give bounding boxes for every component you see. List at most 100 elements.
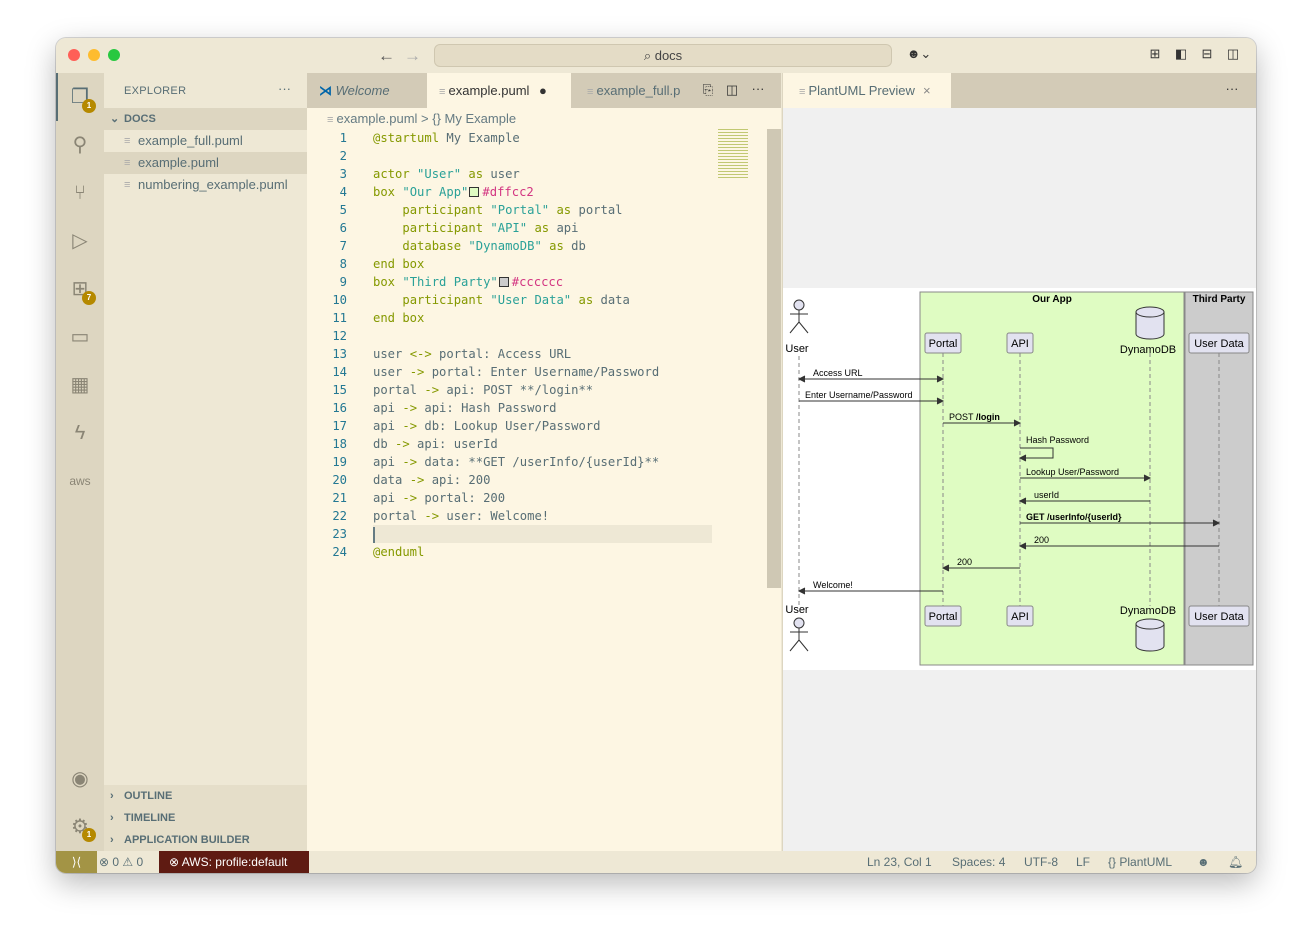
- code-line[interactable]: database "DynamoDB" as db: [373, 237, 585, 255]
- forward-arrow-icon[interactable]: →: [404, 46, 421, 66]
- editor-scrollbar[interactable]: [767, 129, 781, 588]
- customize-layout-icon[interactable]: ⊞: [1146, 46, 1164, 64]
- minimize-window-button[interactable]: [88, 49, 100, 61]
- participant-label: API: [1011, 611, 1029, 623]
- section-application-builder[interactable]: › APPLICATION BUILDER: [104, 829, 307, 851]
- code-line[interactable]: @startuml My Example: [373, 129, 520, 147]
- code-line[interactable]: participant "API" as api: [373, 219, 578, 237]
- color-swatch[interactable]: [498, 277, 509, 287]
- lightning-icon[interactable]: ϟ: [68, 421, 92, 445]
- indentation-status[interactable]: Spaces: 4: [952, 851, 1005, 873]
- line-number: 2: [339, 149, 347, 163]
- code-line[interactable]: api -> db: Lookup User/Password: [373, 417, 600, 435]
- toggle-sidebar-icon[interactable]: ◧: [1172, 46, 1190, 64]
- run-debug-icon[interactable]: ▷: [68, 229, 92, 253]
- aws-profile-status[interactable]: ⊗ AWS: profile:default: [159, 851, 309, 873]
- code-line[interactable]: participant "User Data" as data: [373, 291, 629, 309]
- code-line[interactable]: box "Our App" #dffcc2: [373, 183, 534, 201]
- line-number: 24: [332, 545, 347, 559]
- sidebar-more-button[interactable]: ···: [278, 81, 291, 96]
- breadcrumb-symbol[interactable]: {} My Example: [432, 111, 516, 126]
- tab-example-puml[interactable]: ≡ example.puml ●: [427, 73, 571, 108]
- remote-explorer-icon[interactable]: ▭: [68, 325, 92, 349]
- copilot-icon[interactable]: ☻⌄: [904, 46, 934, 64]
- actor-head-icon: [793, 299, 805, 311]
- split-editor-icon[interactable]: ◫: [723, 82, 741, 100]
- line-number: 23: [332, 527, 347, 541]
- message-label: POST /login: [949, 412, 1000, 422]
- code-line[interactable]: user <-> portal: Access URL: [373, 345, 571, 363]
- line-number: 12: [332, 329, 347, 343]
- remote-indicator-icon[interactable]: ⟩⟨: [56, 851, 97, 873]
- code-line[interactable]: participant "Portal" as portal: [373, 201, 622, 219]
- minimap[interactable]: [718, 129, 748, 179]
- close-tab-icon[interactable]: ×: [923, 83, 931, 98]
- code-line[interactable]: actor "User" as user: [373, 165, 520, 183]
- code-line[interactable]: portal -> api: POST **/login**: [373, 381, 593, 399]
- code-line[interactable]: portal -> user: Welcome!: [373, 507, 549, 525]
- line-number: 22: [332, 509, 347, 523]
- code-line[interactable]: end box: [373, 255, 424, 273]
- breadcrumb: ≡ example.puml > {} My Example: [327, 111, 517, 126]
- close-window-button[interactable]: [68, 49, 80, 61]
- tab-example-full[interactable]: ≡ example_full.p: [575, 73, 695, 108]
- file-item[interactable]: ≡ numbering_example.puml: [104, 174, 307, 196]
- problems-indicator[interactable]: ⊗ 0 ⚠ 0: [99, 851, 143, 873]
- participant-label: Portal: [929, 338, 958, 350]
- code-line[interactable]: box "Third Party" #cccccc: [373, 273, 563, 291]
- encoding-status[interactable]: UTF-8: [1024, 851, 1058, 873]
- eol-status[interactable]: LF: [1076, 851, 1090, 873]
- notifications-bell-icon[interactable]: 🔔︎: [1228, 851, 1243, 873]
- code-line[interactable]: db -> api: userId: [373, 435, 498, 453]
- preview-more-button[interactable]: ···: [1223, 81, 1241, 99]
- toggle-panel-icon[interactable]: ⊟: [1198, 46, 1216, 64]
- message-label: Access URL: [813, 368, 863, 378]
- tab-plantuml-preview[interactable]: ≡ PlantUML Preview ×: [783, 73, 951, 108]
- line-number: 16: [332, 401, 347, 415]
- section-outline[interactable]: › OUTLINE: [104, 785, 307, 807]
- section-timeline[interactable]: › TIMELINE: [104, 807, 307, 829]
- code-line[interactable]: api -> data: **GET /userInfo/{userId}**: [373, 453, 659, 471]
- breadcrumb-file[interactable]: example.puml: [336, 111, 417, 126]
- back-arrow-icon[interactable]: ←: [378, 46, 395, 66]
- extensions-badge: 7: [82, 291, 96, 305]
- account-icon[interactable]: ◉: [68, 767, 92, 791]
- message-label: userId: [1034, 490, 1059, 500]
- command-center-search[interactable]: ⌕ docs: [434, 44, 892, 67]
- file-item-selected[interactable]: ≡ example.puml: [104, 152, 307, 174]
- sequence-diagram: Our App Third Party User User Portal Portal…: [783, 288, 1256, 670]
- line-number: 17: [332, 419, 347, 433]
- code-line[interactable]: user -> portal: Enter Username/Password: [373, 363, 659, 381]
- sidebar-title: EXPLORER: [124, 85, 187, 97]
- maximize-window-button[interactable]: [108, 49, 120, 61]
- source-control-icon[interactable]: ⑂: [68, 181, 92, 205]
- cursor-position[interactable]: Ln 23, Col 1: [867, 851, 932, 873]
- code-line[interactable]: end box: [373, 309, 424, 327]
- editor-more-button[interactable]: ···: [749, 81, 767, 99]
- code-line[interactable]: api -> api: Hash Password: [373, 399, 556, 417]
- copilot-status-icon[interactable]: ☻: [1197, 851, 1210, 873]
- search-icon[interactable]: ⚲: [68, 133, 92, 157]
- message-label: Hash Password: [1026, 435, 1089, 445]
- folder-docs[interactable]: ⌄ DOCS: [104, 108, 307, 130]
- open-preview-icon[interactable]: ⎘: [699, 82, 717, 100]
- code-line[interactable]: @enduml: [373, 543, 424, 561]
- participant-label: User Data: [1194, 338, 1244, 350]
- code-line[interactable]: data -> api: 200: [373, 471, 490, 489]
- code-line[interactable]: [373, 525, 375, 543]
- code-line[interactable]: api -> portal: 200: [373, 489, 505, 507]
- toggle-secondary-sidebar-icon[interactable]: ◫: [1224, 46, 1242, 64]
- line-number: 4: [339, 185, 347, 199]
- editor-group: ⋊ Welcome ≡ example.puml ● ≡ example_ful…: [307, 73, 781, 851]
- color-swatch[interactable]: [469, 187, 480, 197]
- containers-icon[interactable]: ▦: [68, 373, 92, 397]
- language-mode[interactable]: {} PlantUML: [1108, 851, 1172, 873]
- search-icon: ⌕: [643, 48, 655, 63]
- explorer-badge: 1: [82, 99, 96, 113]
- aws-icon[interactable]: aws: [68, 469, 92, 493]
- line-number: 21: [332, 491, 347, 505]
- tab-welcome[interactable]: ⋊ Welcome: [307, 73, 427, 108]
- file-item[interactable]: ≡ example_full.puml: [104, 130, 307, 152]
- line-number: 10: [332, 293, 347, 307]
- line-number: 6: [339, 221, 347, 235]
